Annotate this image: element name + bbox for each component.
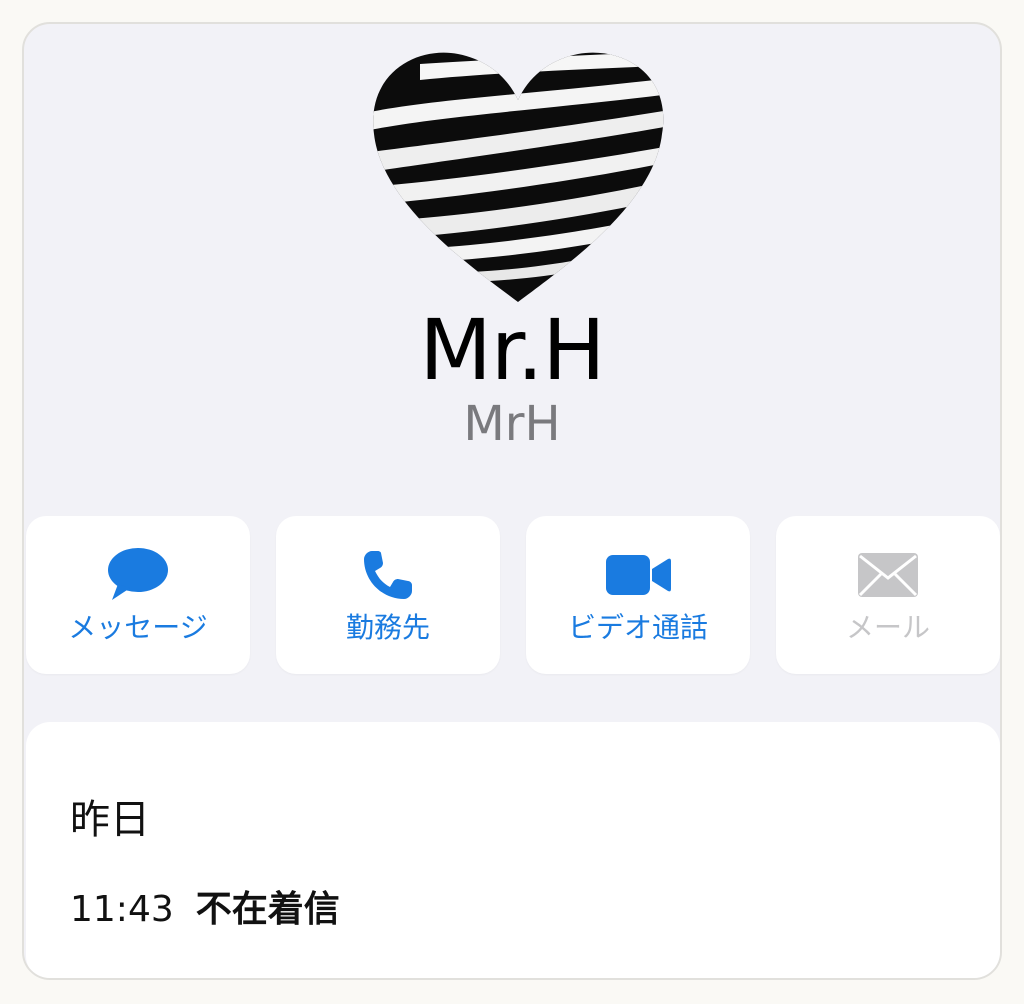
history-time: 11:43 <box>70 889 174 930</box>
history-date: 昨日 <box>70 797 150 843</box>
contact-card: Mr.H MrH メッセージ 勤務先 ビデオ通話 メール 昨日 11:43 不在… <box>22 22 1002 980</box>
message-bubble-icon <box>26 546 250 604</box>
envelope-icon <box>776 546 1000 604</box>
mail-button[interactable]: メール <box>776 516 1000 674</box>
mail-button-label: メール <box>845 611 930 644</box>
contact-avatar <box>360 34 676 316</box>
phone-icon <box>276 546 500 604</box>
history-entry: 11:43 不在着信 <box>70 886 340 934</box>
video-call-button[interactable]: ビデオ通話 <box>526 516 750 674</box>
contact-name: Mr.H <box>419 301 605 399</box>
work-call-button[interactable]: 勤務先 <box>276 516 500 674</box>
video-call-button-label: ビデオ通話 <box>567 611 708 644</box>
history-call-type: 不在着信 <box>195 889 340 930</box>
call-history-panel: 昨日 11:43 不在着信 <box>26 722 1000 978</box>
work-call-button-label: 勤務先 <box>345 611 430 644</box>
message-button[interactable]: メッセージ <box>26 516 250 674</box>
action-row: メッセージ 勤務先 ビデオ通話 メール <box>26 516 1000 676</box>
striped-heart-avatar-icon <box>373 52 664 302</box>
message-button-label: メッセージ <box>68 611 208 644</box>
video-camera-icon <box>526 546 750 604</box>
contact-subname: MrH <box>463 396 561 452</box>
